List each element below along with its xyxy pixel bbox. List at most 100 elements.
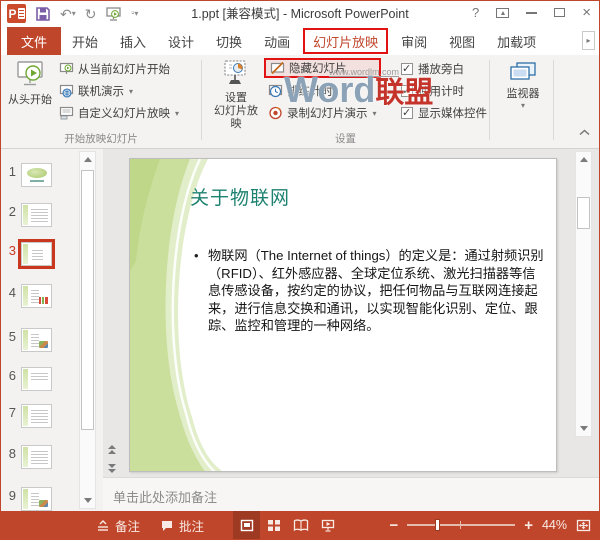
slide-thumbnail-3-selected[interactable]: 3: [1, 239, 55, 269]
status-bar: 备注 批注 − + 44%: [1, 511, 599, 539]
tab-home[interactable]: 开始: [61, 27, 109, 55]
slide-thumbnail-5[interactable]: 5: [1, 328, 52, 352]
slide-thumbnail-7[interactable]: 7: [1, 404, 52, 428]
from-current-slide-label: 从当前幻灯片开始: [78, 64, 170, 76]
scroll-up-icon[interactable]: [80, 152, 95, 167]
scroll-down-icon[interactable]: [576, 421, 591, 436]
slide-sorter-view-button[interactable]: [260, 511, 287, 539]
record-slideshow-button[interactable]: 录制幻灯片演示 ▾: [264, 102, 381, 124]
monitors-dropdown-icon: ▾: [520, 101, 525, 110]
setup-slideshow-icon: [224, 60, 246, 84]
notes-pane[interactable]: 单击此处添加备注: [103, 477, 599, 511]
editor-scrollbar[interactable]: [575, 151, 592, 437]
use-timings-label: 使用计时: [418, 86, 464, 98]
tab-slide-show-active[interactable]: 幻灯片放映: [303, 28, 389, 54]
tab-addins[interactable]: 加载项: [486, 27, 547, 55]
scroll-up-icon[interactable]: [576, 152, 591, 167]
ribbon-separator: [201, 60, 202, 140]
tab-overflow-arrow-icon[interactable]: ▸: [582, 31, 595, 50]
maximize-icon[interactable]: [554, 8, 566, 17]
tab-insert[interactable]: 插入: [109, 27, 157, 55]
previous-slide-button[interactable]: [103, 441, 120, 457]
from-current-slide-icon: [59, 62, 74, 74]
zoom-slider[interactable]: [407, 519, 516, 531]
start-group-label: 开始放映幻灯片: [64, 133, 138, 145]
monitors-label: 监视器: [506, 88, 540, 100]
thumbnail-image: [21, 367, 52, 391]
tab-design[interactable]: 设计: [157, 27, 205, 55]
thumbnail-image: [21, 284, 52, 308]
slide-number: 6: [8, 368, 16, 383]
slide-body-placeholder[interactable]: • 物联网（The Internet of things）的定义是：通过射频识别…: [194, 247, 546, 335]
show-media-controls-checkbox[interactable]: 显示媒体控件: [401, 102, 487, 124]
minimize-icon[interactable]: [526, 11, 538, 14]
close-icon[interactable]: ×: [582, 5, 591, 20]
scroll-down-icon[interactable]: [80, 493, 95, 508]
setup-show-label-line2: 幻灯片放映: [214, 105, 258, 130]
titlebar: P ↶ ▾ ↻ ⸚ ▾ 1.ppt [兼容模式] - Microsoft Power…: [1, 1, 599, 27]
help-icon[interactable]: ?: [472, 6, 479, 19]
slide-thumbnail-1[interactable]: 1: [1, 163, 52, 187]
slide-sorter-icon: [267, 519, 280, 531]
present-online-button[interactable]: 联机演示 ▾: [55, 80, 183, 102]
slide-thumbnail-2[interactable]: 2: [1, 203, 52, 227]
record-slideshow-label: 录制幻灯片演示: [287, 108, 368, 120]
zoom-in-icon[interactable]: +: [524, 518, 533, 533]
present-online-dropdown-icon: ▾: [129, 86, 134, 96]
normal-view-button[interactable]: [233, 511, 260, 539]
slide-number: 4: [8, 285, 16, 300]
setup-slideshow-button[interactable]: 设置 幻灯片放映: [209, 59, 263, 131]
reading-view-button[interactable]: [287, 511, 314, 539]
editor-scrollbar-thumb[interactable]: [577, 197, 590, 229]
zoom-slider-thumb[interactable]: [435, 519, 441, 531]
thumbnail-image: [18, 239, 55, 269]
collapse-ribbon-icon[interactable]: [579, 123, 590, 141]
next-slide-button[interactable]: [103, 460, 120, 476]
show-media-controls-label: 显示媒体控件: [418, 108, 487, 120]
tab-animations[interactable]: 动画: [253, 27, 301, 55]
notes-placeholder-text: 单击此处添加备注: [113, 490, 218, 505]
custom-slideshow-label: 自定义幻灯片放映: [78, 108, 170, 120]
comments-toggle-button[interactable]: 批注: [160, 516, 204, 535]
tab-transitions[interactable]: 切换: [205, 27, 253, 55]
notes-toggle-button[interactable]: 备注: [96, 516, 140, 535]
fit-slide-to-window-icon[interactable]: [576, 519, 591, 532]
play-narrations-label: 播放旁白: [418, 64, 464, 76]
rehearse-timings-icon: [268, 84, 283, 98]
slide-thumbnail-6[interactable]: 6: [1, 367, 52, 391]
window-controls: ? ×: [472, 5, 591, 20]
zoom-out-icon[interactable]: −: [389, 518, 398, 533]
thumbnail-scrollbar-thumb[interactable]: [81, 170, 94, 430]
thumbnail-scrollbar[interactable]: [79, 151, 96, 509]
slide-thumbnail-9[interactable]: 9: [1, 487, 52, 511]
slide-thumbnail-4[interactable]: 4: [1, 284, 52, 308]
notes-toggle-icon: [98, 519, 108, 531]
hide-slide-button-highlighted[interactable]: 隐藏幻灯片: [264, 58, 381, 78]
slide-thumbnail-8[interactable]: 8: [1, 445, 52, 469]
tab-view[interactable]: 视图: [438, 27, 486, 55]
rehearse-timings-button[interactable]: 排练计时: [264, 80, 381, 102]
bullet-icon: •: [194, 248, 199, 263]
ribbon-display-options-icon[interactable]: [496, 7, 510, 18]
thumbnail-image: [21, 328, 52, 352]
from-beginning-label: 从头开始: [8, 94, 52, 106]
slide-number: 5: [8, 329, 16, 344]
ribbon: 从头开始 从当前幻灯片开始 联机演示 ▾ 自定义幻灯片放映 ▾ 开始放映幻灯片 …: [1, 55, 599, 149]
checkbox-checked-icon: [401, 84, 413, 97]
from-current-slide-button[interactable]: 从当前幻灯片开始: [55, 58, 183, 80]
zoom-percentage[interactable]: 44%: [542, 518, 567, 532]
use-timings-checkbox[interactable]: 使用计时: [401, 80, 487, 102]
from-beginning-button[interactable]: 从头开始: [7, 59, 53, 107]
play-narrations-checkbox[interactable]: 播放旁白: [401, 58, 487, 80]
custom-slideshow-button[interactable]: 自定义幻灯片放映 ▾: [55, 102, 183, 124]
slide-canvas[interactable]: 关于物联网 • 物联网（The Internet of things）的定义是：…: [129, 158, 557, 472]
monitors-button[interactable]: 监视器 ▾: [495, 61, 551, 110]
rehearse-timings-label: 排练计时: [287, 86, 333, 98]
thumbnail-image: [21, 404, 52, 428]
slideshow-view-button[interactable]: [314, 511, 341, 539]
slide-number: 3: [8, 243, 16, 258]
tab-review[interactable]: 审阅: [390, 27, 438, 55]
slide-title-text[interactable]: 关于物联网: [190, 183, 290, 210]
tab-file[interactable]: 文件: [7, 27, 61, 55]
thumbnail-image: [21, 163, 52, 187]
